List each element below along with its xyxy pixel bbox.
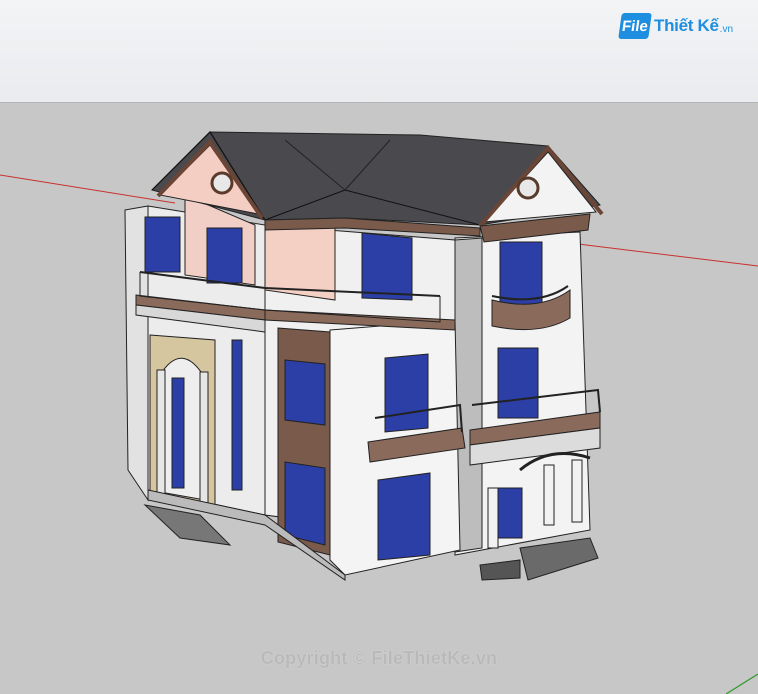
scene-svg (0, 131, 758, 694)
copyright-watermark: Copyright © FileThietKe.vn (260, 648, 498, 668)
model-viewport[interactable]: File Thiết Kế .vn Copyright © FileThietK… (0, 0, 758, 694)
house-3d-model-icon[interactable] (124, 131, 604, 581)
